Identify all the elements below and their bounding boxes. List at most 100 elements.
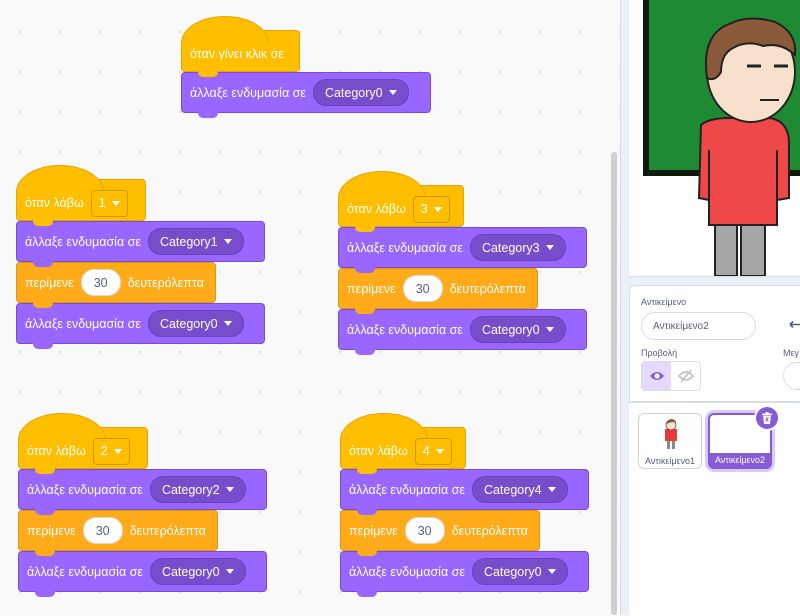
- costume-dropdown[interactable]: Category0: [472, 558, 568, 585]
- seconds-input[interactable]: 30: [405, 517, 445, 544]
- block-label: άλλαξε ενδυμασία σε: [27, 483, 143, 497]
- switch-costume-block[interactable]: άλλαξε ενδυμασία σε Category2: [18, 469, 267, 510]
- chevron-down-icon: [112, 201, 120, 206]
- switch-costume-block[interactable]: άλλαξε ενδυμασία σε Category0: [18, 551, 267, 592]
- seconds-input[interactable]: 30: [403, 275, 443, 302]
- switch-costume-block[interactable]: άλλαξε ενδυμασία σε Category0: [16, 303, 265, 344]
- show-label: Προβολή: [641, 348, 677, 358]
- notch: [357, 549, 377, 556]
- stage-canvas[interactable]: [629, 0, 800, 277]
- sprite-name-input[interactable]: Αντικείμενο2: [641, 312, 756, 340]
- notch: [357, 508, 377, 515]
- notch: [357, 590, 377, 597]
- eye-slash-icon: [678, 369, 694, 383]
- switch-costume-block[interactable]: άλλαξε ενδυμασία σε Category3: [338, 227, 587, 268]
- x-position-icon: [789, 318, 800, 331]
- seconds-label: δευτερόλεπτα: [128, 276, 204, 290]
- hide-sprite-button[interactable]: [671, 362, 700, 390]
- script-green-flag[interactable]: όταν γίνει κλικ σε άλλαξε ενδυμασία σε C…: [181, 30, 431, 113]
- switch-costume-block[interactable]: άλλαξε ενδυμασία σε Category4: [340, 469, 589, 510]
- when-i-receive-block[interactable]: όταν λάβω 2: [18, 427, 148, 469]
- chevron-down-icon: [389, 90, 397, 95]
- delete-sprite-button[interactable]: [756, 407, 778, 429]
- costume-dropdown[interactable]: Category1: [148, 228, 244, 255]
- wait-block[interactable]: περίμενε 30 δευτερόλεπτα: [338, 268, 538, 309]
- chevron-down-icon: [224, 239, 232, 244]
- when-flag-clicked-block[interactable]: όταν γίνει κλικ σε: [181, 30, 300, 72]
- workspace-scrollbar[interactable]: [611, 152, 617, 615]
- costume-dropdown[interactable]: Category0: [313, 79, 409, 106]
- chevron-down-icon: [434, 207, 442, 212]
- block-label: περίμενε: [347, 282, 396, 296]
- trash-icon: [762, 412, 772, 424]
- visibility-toggle: [641, 361, 701, 391]
- dropdown-value: Category0: [160, 317, 218, 331]
- message-dropdown[interactable]: 3: [413, 196, 450, 223]
- seconds-label: δευτερόλεπτα: [452, 524, 528, 538]
- sprite-tile-selected[interactable]: Αντικείμενο2: [708, 413, 772, 469]
- script-receive-1[interactable]: όταν λάβω 1 άλλαξε ενδυμασία σε Category…: [16, 179, 265, 344]
- size-label: Μεγ: [783, 348, 799, 358]
- hat-cap: [338, 171, 426, 198]
- dropdown-value: Category0: [162, 565, 220, 579]
- notch: [33, 219, 53, 226]
- costume-dropdown[interactable]: Category4: [472, 476, 568, 503]
- chevron-down-icon: [546, 327, 554, 332]
- switch-costume-block[interactable]: άλλαξε ενδυμασία σε Category1: [16, 221, 265, 262]
- notch: [198, 111, 218, 118]
- when-i-receive-block[interactable]: όταν λάβω 4: [340, 427, 466, 469]
- show-sprite-button[interactable]: [642, 362, 671, 390]
- chevron-down-icon: [224, 321, 232, 326]
- costume-dropdown[interactable]: Category2: [150, 476, 246, 503]
- when-i-receive-block[interactable]: όταν λάβω 1: [16, 179, 146, 221]
- block-label: περίμενε: [27, 524, 76, 538]
- script-receive-3[interactable]: όταν λάβω 3 άλλαξε ενδυμασία σε Category…: [338, 185, 587, 350]
- dropdown-value: 2: [101, 444, 108, 458]
- hat-label: όταν λάβω: [349, 444, 408, 458]
- hat-cap: [16, 165, 104, 192]
- script-receive-2[interactable]: όταν λάβω 2 άλλαξε ενδυμασία σε Category…: [18, 427, 267, 592]
- message-dropdown[interactable]: 1: [91, 190, 128, 217]
- message-dropdown[interactable]: 2: [93, 438, 130, 465]
- seconds-label: δευτερόλεπτα: [450, 282, 526, 296]
- costume-dropdown[interactable]: Category0: [470, 316, 566, 343]
- switch-costume-block[interactable]: άλλαξε ενδυμασία σε Category0: [338, 309, 587, 350]
- sprite-info-pane: Αντικείμενο Αντικείμενο2 Προβολή Μεγ: [629, 285, 800, 402]
- chevron-down-icon: [548, 569, 556, 574]
- when-i-receive-block[interactable]: όταν λάβω 3: [338, 185, 464, 227]
- seconds-label: δευτερόλεπτα: [130, 524, 206, 538]
- size-input[interactable]: [783, 362, 800, 390]
- costume-dropdown[interactable]: Category3: [470, 234, 566, 261]
- dropdown-value: Category0: [325, 86, 383, 100]
- seconds-input[interactable]: 30: [81, 269, 121, 296]
- wait-block[interactable]: περίμενε 30 δευτερόλεπτα: [18, 510, 218, 551]
- switch-costume-block[interactable]: άλλαξε ενδυμασία σε Category0: [340, 551, 589, 592]
- hat-label: όταν γίνει κλικ σε: [190, 47, 284, 61]
- dropdown-value: Category1: [160, 235, 218, 249]
- seconds-input[interactable]: 30: [83, 517, 123, 544]
- sprite-tile[interactable]: Αντικείμενο1: [638, 413, 702, 469]
- costume-dropdown[interactable]: Category0: [150, 558, 246, 585]
- chevron-down-icon: [548, 487, 556, 492]
- wait-block[interactable]: περίμενε 30 δευτερόλεπτα: [340, 510, 540, 551]
- block-label: άλλαξε ενδυμασία σε: [25, 235, 141, 249]
- switch-costume-block[interactable]: άλλαξε ενδυμασία σε Category0: [181, 72, 431, 113]
- notch: [355, 266, 375, 273]
- code-workspace[interactable]: όταν γίνει κλικ σε άλλαξε ενδυμασία σε C…: [0, 0, 620, 615]
- notch: [198, 70, 218, 77]
- block-label: περίμενε: [25, 276, 74, 290]
- hat-label: όταν λάβω: [25, 196, 84, 210]
- dropdown-value: Category0: [482, 323, 540, 337]
- costume-dropdown[interactable]: Category0: [148, 310, 244, 337]
- message-dropdown[interactable]: 4: [415, 438, 452, 465]
- hat-label: όταν λάβω: [347, 202, 406, 216]
- block-label: άλλαξε ενδυμασία σε: [349, 483, 465, 497]
- notch: [35, 590, 55, 597]
- hat-cap: [340, 413, 428, 440]
- wait-block[interactable]: περίμενε 30 δευτερόλεπτα: [16, 262, 216, 303]
- sprite-thumbnail: [663, 418, 679, 450]
- script-receive-4[interactable]: όταν λάβω 4 άλλαξε ενδυμασία σε Category…: [340, 427, 589, 592]
- dropdown-value: Category0: [484, 565, 542, 579]
- notch: [33, 260, 53, 267]
- notch: [35, 467, 55, 474]
